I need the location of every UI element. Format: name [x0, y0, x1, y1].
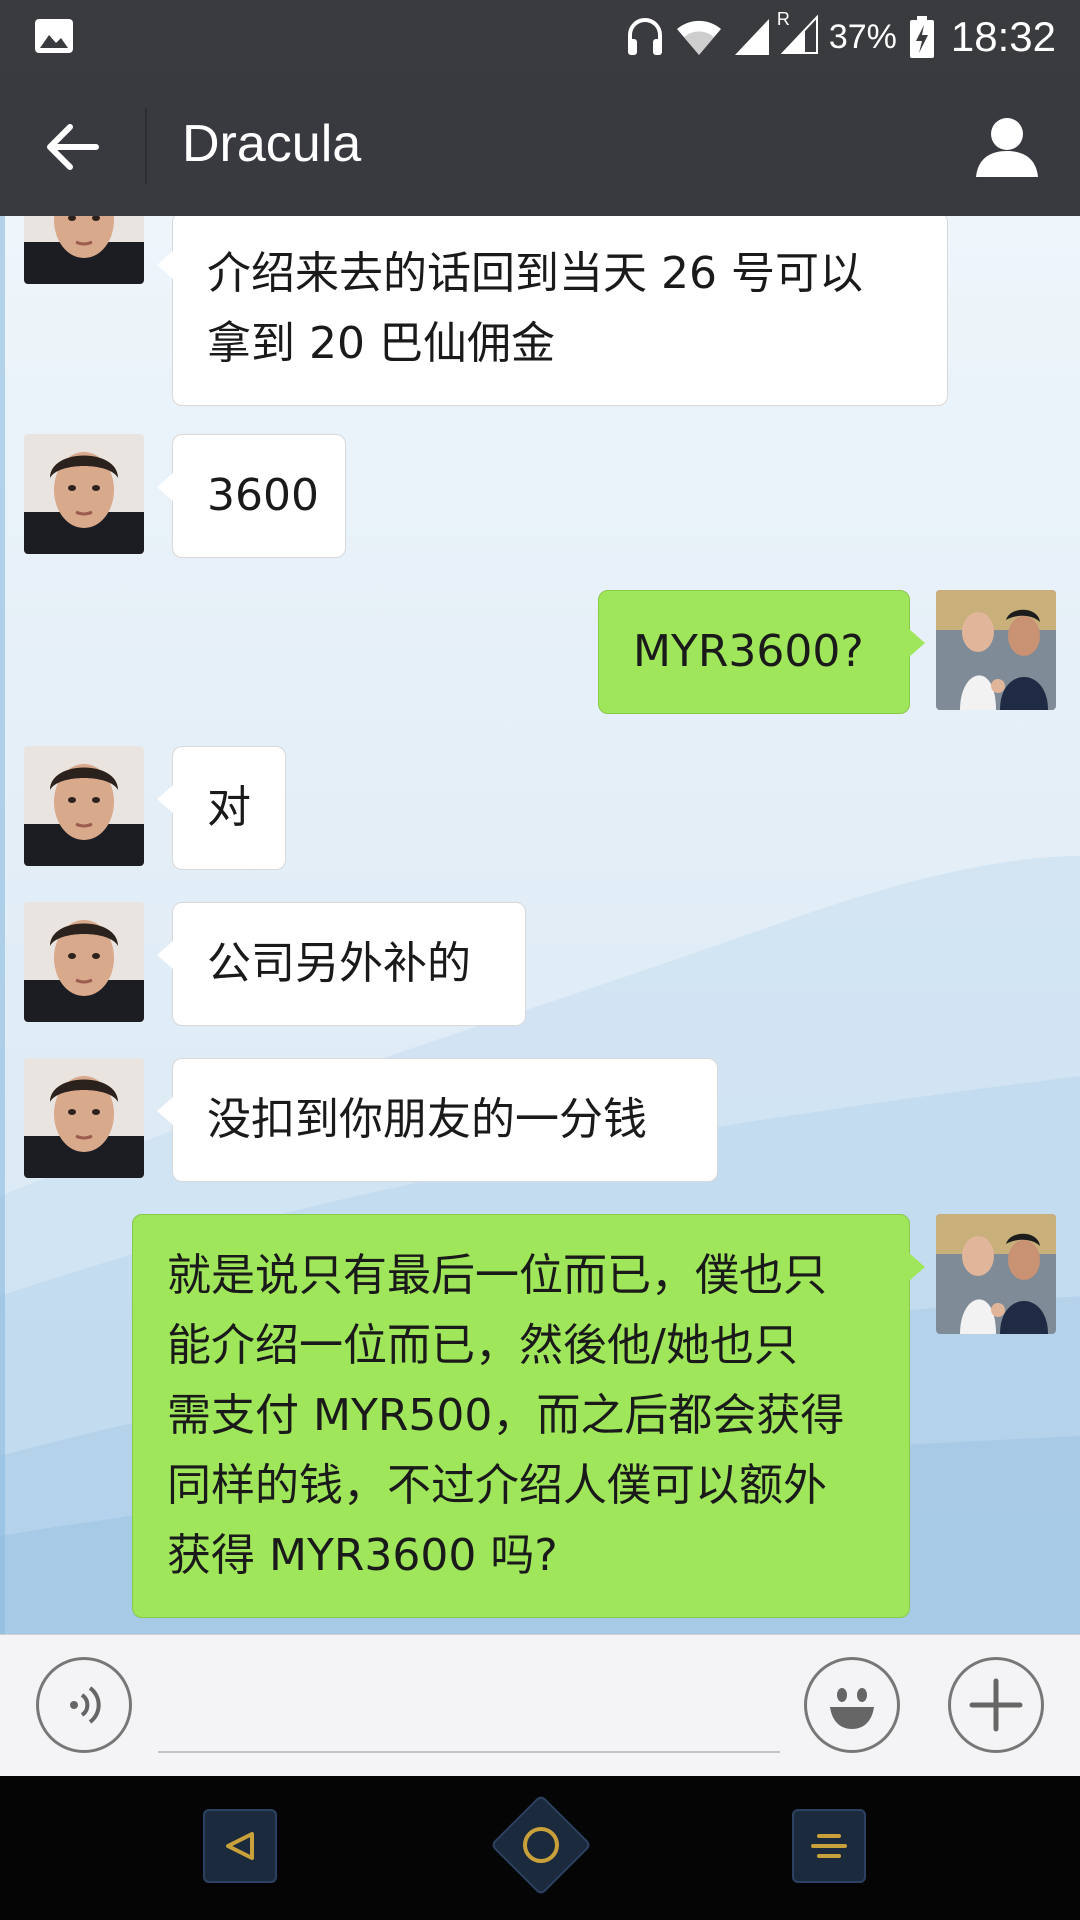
outgoing-message-bubble[interactable]: 就是说只有最后一位而已，僕也只 能介绍一位而已，然後他/她也只 需支付 MYR500…	[132, 1214, 925, 1618]
emoji-button[interactable]	[804, 1657, 900, 1753]
contact-avatar[interactable]	[24, 434, 144, 554]
headset-icon	[627, 18, 662, 55]
chat-title: Dracula	[182, 115, 362, 173]
contact-avatar[interactable]	[24, 746, 144, 866]
nav-back-button[interactable]	[203, 1809, 277, 1883]
signal-roaming-indicator: R	[777, 9, 819, 59]
smiley-icon	[830, 1688, 874, 1729]
nav-menu-button[interactable]	[792, 1809, 866, 1883]
back-button[interactable]	[30, 104, 116, 190]
avatar-image	[936, 590, 1056, 710]
gallery-icon	[35, 19, 73, 53]
chat-header: Dracula	[0, 74, 1080, 216]
incoming-message-bubble[interactable]: 没扣到你朋友的一分钱	[157, 1058, 718, 1182]
roaming-label: R	[776, 9, 790, 29]
more-button[interactable]	[948, 1657, 1044, 1753]
nav-home-button[interactable]	[490, 1794, 592, 1896]
system-nav-bar	[0, 1776, 1080, 1920]
person-icon	[976, 118, 1038, 177]
status-bar: R 37% 18:32	[0, 0, 1080, 74]
nav-home-icon	[523, 1827, 559, 1863]
nav-back-icon	[226, 1832, 254, 1860]
avatar-image	[24, 1058, 144, 1178]
message-text-line: 拿到 20 巴仙佣金	[207, 318, 555, 369]
arrow-left-icon	[47, 124, 99, 170]
message-input[interactable]	[158, 1751, 780, 1753]
voice-button[interactable]	[36, 1657, 132, 1753]
incoming-message-bubble[interactable]: 3600	[157, 434, 346, 558]
input-bar	[0, 1634, 1080, 1776]
voice-icon	[70, 1686, 101, 1724]
header-divider	[145, 108, 147, 184]
message-text-line: MYR3600?	[633, 626, 864, 677]
message-text-line: 获得 MYR3600 吗?	[167, 1530, 558, 1581]
avatar-image	[24, 902, 144, 1022]
profile-button[interactable]	[964, 104, 1050, 190]
message-text-line: 对	[207, 782, 251, 833]
avatar-image	[24, 434, 144, 554]
avatar-image	[936, 1214, 1056, 1334]
contact-avatar[interactable]	[24, 216, 144, 284]
nav-menu-icon	[811, 1834, 847, 1858]
message-text-line: 没扣到你朋友的一分钱	[207, 1094, 647, 1145]
battery-charging-icon	[909, 16, 934, 58]
message-list[interactable]: 介绍来去的话回到当天 26 号可以 拿到 20 巴仙佣金 3600 MYR3600? 对…	[0, 216, 1080, 1634]
message-text-line: 公司另外补的	[207, 938, 471, 989]
message-text-line: 同样的钱，不过介绍人僕可以额外	[167, 1460, 827, 1511]
incoming-message-bubble[interactable]: 公司另外补的	[157, 902, 526, 1026]
message-text-line: 就是说只有最后一位而已，僕也只	[167, 1250, 827, 1301]
outgoing-message-bubble[interactable]: MYR3600?	[598, 590, 925, 714]
wifi-icon	[676, 20, 721, 55]
my-avatar[interactable]	[936, 1214, 1056, 1334]
message-text-line: 需支付 MYR500，而之后都会获得	[167, 1390, 845, 1441]
incoming-message-bubble[interactable]: 对	[157, 746, 286, 870]
contact-avatar[interactable]	[24, 1058, 144, 1178]
avatar-image	[24, 746, 144, 866]
contact-avatar[interactable]	[24, 902, 144, 1022]
my-avatar[interactable]	[936, 590, 1056, 710]
plus-icon	[969, 1678, 1023, 1732]
battery-percent: 37%	[828, 17, 897, 56]
message-text-line: 3600	[207, 470, 319, 521]
incoming-message-bubble[interactable]: 介绍来去的话回到当天 26 号可以 拿到 20 巴仙佣金	[157, 216, 948, 406]
clock: 18:32	[950, 13, 1056, 60]
message-text-line: 能介绍一位而已，然後他/她也只	[167, 1320, 798, 1371]
message-text-line: 介绍来去的话回到当天 26 号可以	[207, 248, 863, 299]
avatar-image	[24, 216, 144, 284]
chat-screen: R 37% 18:32 Dracula 介绍来去的话回到当天 26 号可以 拿到…	[0, 0, 1080, 1920]
signal-icon	[734, 19, 769, 55]
